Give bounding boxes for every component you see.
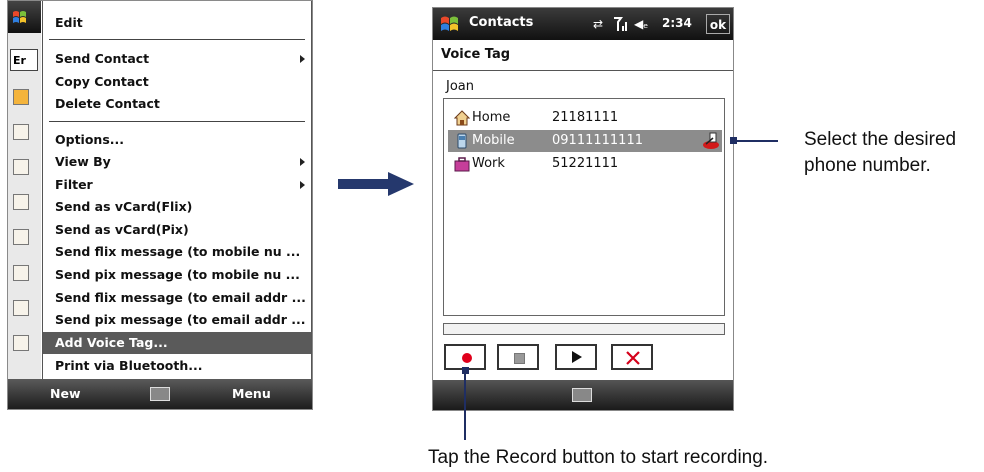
stop-button[interactable] — [497, 344, 539, 370]
menu-item-send-vcard-flix[interactable]: Send as vCard(Flix) — [55, 196, 192, 218]
page-header: Voice Tag — [433, 40, 733, 71]
contact-card-icon — [13, 300, 29, 316]
menu-item-delete-contact[interactable]: Delete Contact — [55, 93, 160, 115]
recording-progress-bar — [443, 323, 725, 335]
list-item-work[interactable]: Work 51221111 — [448, 153, 722, 175]
record-icon — [462, 353, 472, 363]
menu-item-add-voice-tag[interactable]: Add Voice Tag... — [43, 332, 311, 354]
play-button[interactable] — [555, 344, 597, 370]
contact-card-icon — [13, 89, 29, 105]
softkey-menu[interactable]: Menu — [232, 386, 271, 401]
keyboard-icon[interactable] — [150, 387, 170, 401]
contact-card-icon — [13, 265, 29, 281]
windows-logo-icon[interactable] — [439, 13, 461, 35]
callout-line-record — [464, 372, 466, 440]
menu-item-send-pix-mobile[interactable]: Send pix message (to mobile nu ... — [55, 264, 300, 286]
menu-item-send-vcard-pix[interactable]: Send as vCard(Pix) — [55, 219, 189, 241]
menu-item-copy-contact[interactable]: Copy Contact — [55, 71, 149, 93]
right-arrow-icon — [338, 172, 414, 196]
keyboard-icon[interactable] — [572, 388, 592, 402]
number-type-label: Work — [472, 156, 505, 171]
play-icon — [572, 351, 582, 363]
contact-card-icon — [13, 124, 29, 140]
phone-number-list: Home 21181111 Mobile 09111111111 Work 51… — [443, 98, 725, 316]
menu-item-send-flix-mobile[interactable]: Send flix message (to mobile nu ... — [55, 241, 300, 263]
menu-separator — [49, 39, 305, 40]
phone-number: 51221111 — [552, 156, 619, 171]
voice-tag-icon — [703, 132, 719, 149]
callout-line-2: phone number. — [804, 155, 931, 176]
softkey-new[interactable]: New — [50, 386, 81, 401]
delete-button[interactable] — [611, 344, 653, 370]
stop-icon — [514, 353, 525, 364]
submenu-arrow-icon — [300, 158, 305, 166]
signal-strength-icon — [614, 17, 627, 31]
number-type-label: Mobile — [472, 133, 515, 148]
contact-context-menu: Edit Send Contact Copy Contact Delete Co… — [42, 1, 312, 381]
left-titlebar — [8, 1, 41, 33]
number-type-label: Home — [472, 110, 511, 125]
page-title: Voice Tag — [441, 47, 511, 62]
menu-item-edit[interactable]: Edit — [55, 12, 83, 34]
contact-card-icon — [13, 194, 29, 210]
volume-icon[interactable]: ◀ₑ — [634, 17, 648, 31]
callout-line-1: Select the desired — [804, 129, 957, 150]
right-softkey-bar — [433, 380, 733, 410]
background-search-box: Er — [10, 49, 38, 71]
ok-button[interactable]: ok — [706, 14, 730, 34]
windows-logo-icon — [13, 11, 26, 23]
contact-card-icon — [13, 229, 29, 245]
app-title: Contacts — [469, 15, 534, 30]
menu-item-print-bluetooth[interactable]: Print via Bluetooth... — [55, 355, 203, 377]
submenu-arrow-icon — [300, 55, 305, 63]
home-icon — [454, 110, 470, 126]
background-contact-list: Er — [8, 1, 41, 381]
menu-separator — [49, 121, 305, 122]
clock[interactable]: 2:34 — [662, 16, 692, 30]
submenu-arrow-icon — [300, 181, 305, 189]
menu-item-options[interactable]: Options... — [55, 129, 124, 151]
sync-icon: ⇄ — [593, 17, 604, 31]
menu-item-send-flix-email[interactable]: Send flix message (to email addr ... — [55, 287, 306, 309]
contact-name: Joan — [446, 79, 474, 94]
phone-number: 09111111111 — [552, 133, 643, 148]
menu-item-filter[interactable]: Filter — [55, 174, 93, 196]
menu-item-send-contact[interactable]: Send Contact — [55, 48, 305, 70]
callout-select-number: Select the desired phone number. — [804, 127, 956, 179]
callout-dot — [730, 137, 737, 144]
title-bar: Contacts ⇄ ◀ₑ 2:34 ok — [433, 8, 733, 40]
list-item-home[interactable]: Home 21181111 — [448, 107, 722, 129]
list-item-mobile[interactable]: Mobile 09111111111 — [448, 130, 722, 152]
delete-icon — [626, 351, 640, 365]
mobile-icon — [457, 133, 467, 149]
contact-card-icon — [13, 159, 29, 175]
right-phone-screen: Contacts ⇄ ◀ₑ 2:34 ok Voice Tag Joan Hom… — [432, 7, 734, 411]
menu-item-view-by[interactable]: View By — [55, 151, 111, 173]
callout-line-number — [735, 140, 778, 142]
left-softkey-bar: New Menu — [8, 379, 312, 409]
menu-item-label: Send Contact — [55, 51, 150, 66]
contact-card-icon — [13, 335, 29, 351]
left-phone-screen: Er Edit Send Contact Copy Contact Delete… — [7, 0, 313, 410]
menu-item-send-pix-email[interactable]: Send pix message (to email addr ... — [55, 309, 306, 331]
work-icon — [454, 157, 470, 172]
phone-number: 21181111 — [552, 110, 619, 125]
callout-record: Tap the Record button to start recording… — [428, 447, 769, 468]
